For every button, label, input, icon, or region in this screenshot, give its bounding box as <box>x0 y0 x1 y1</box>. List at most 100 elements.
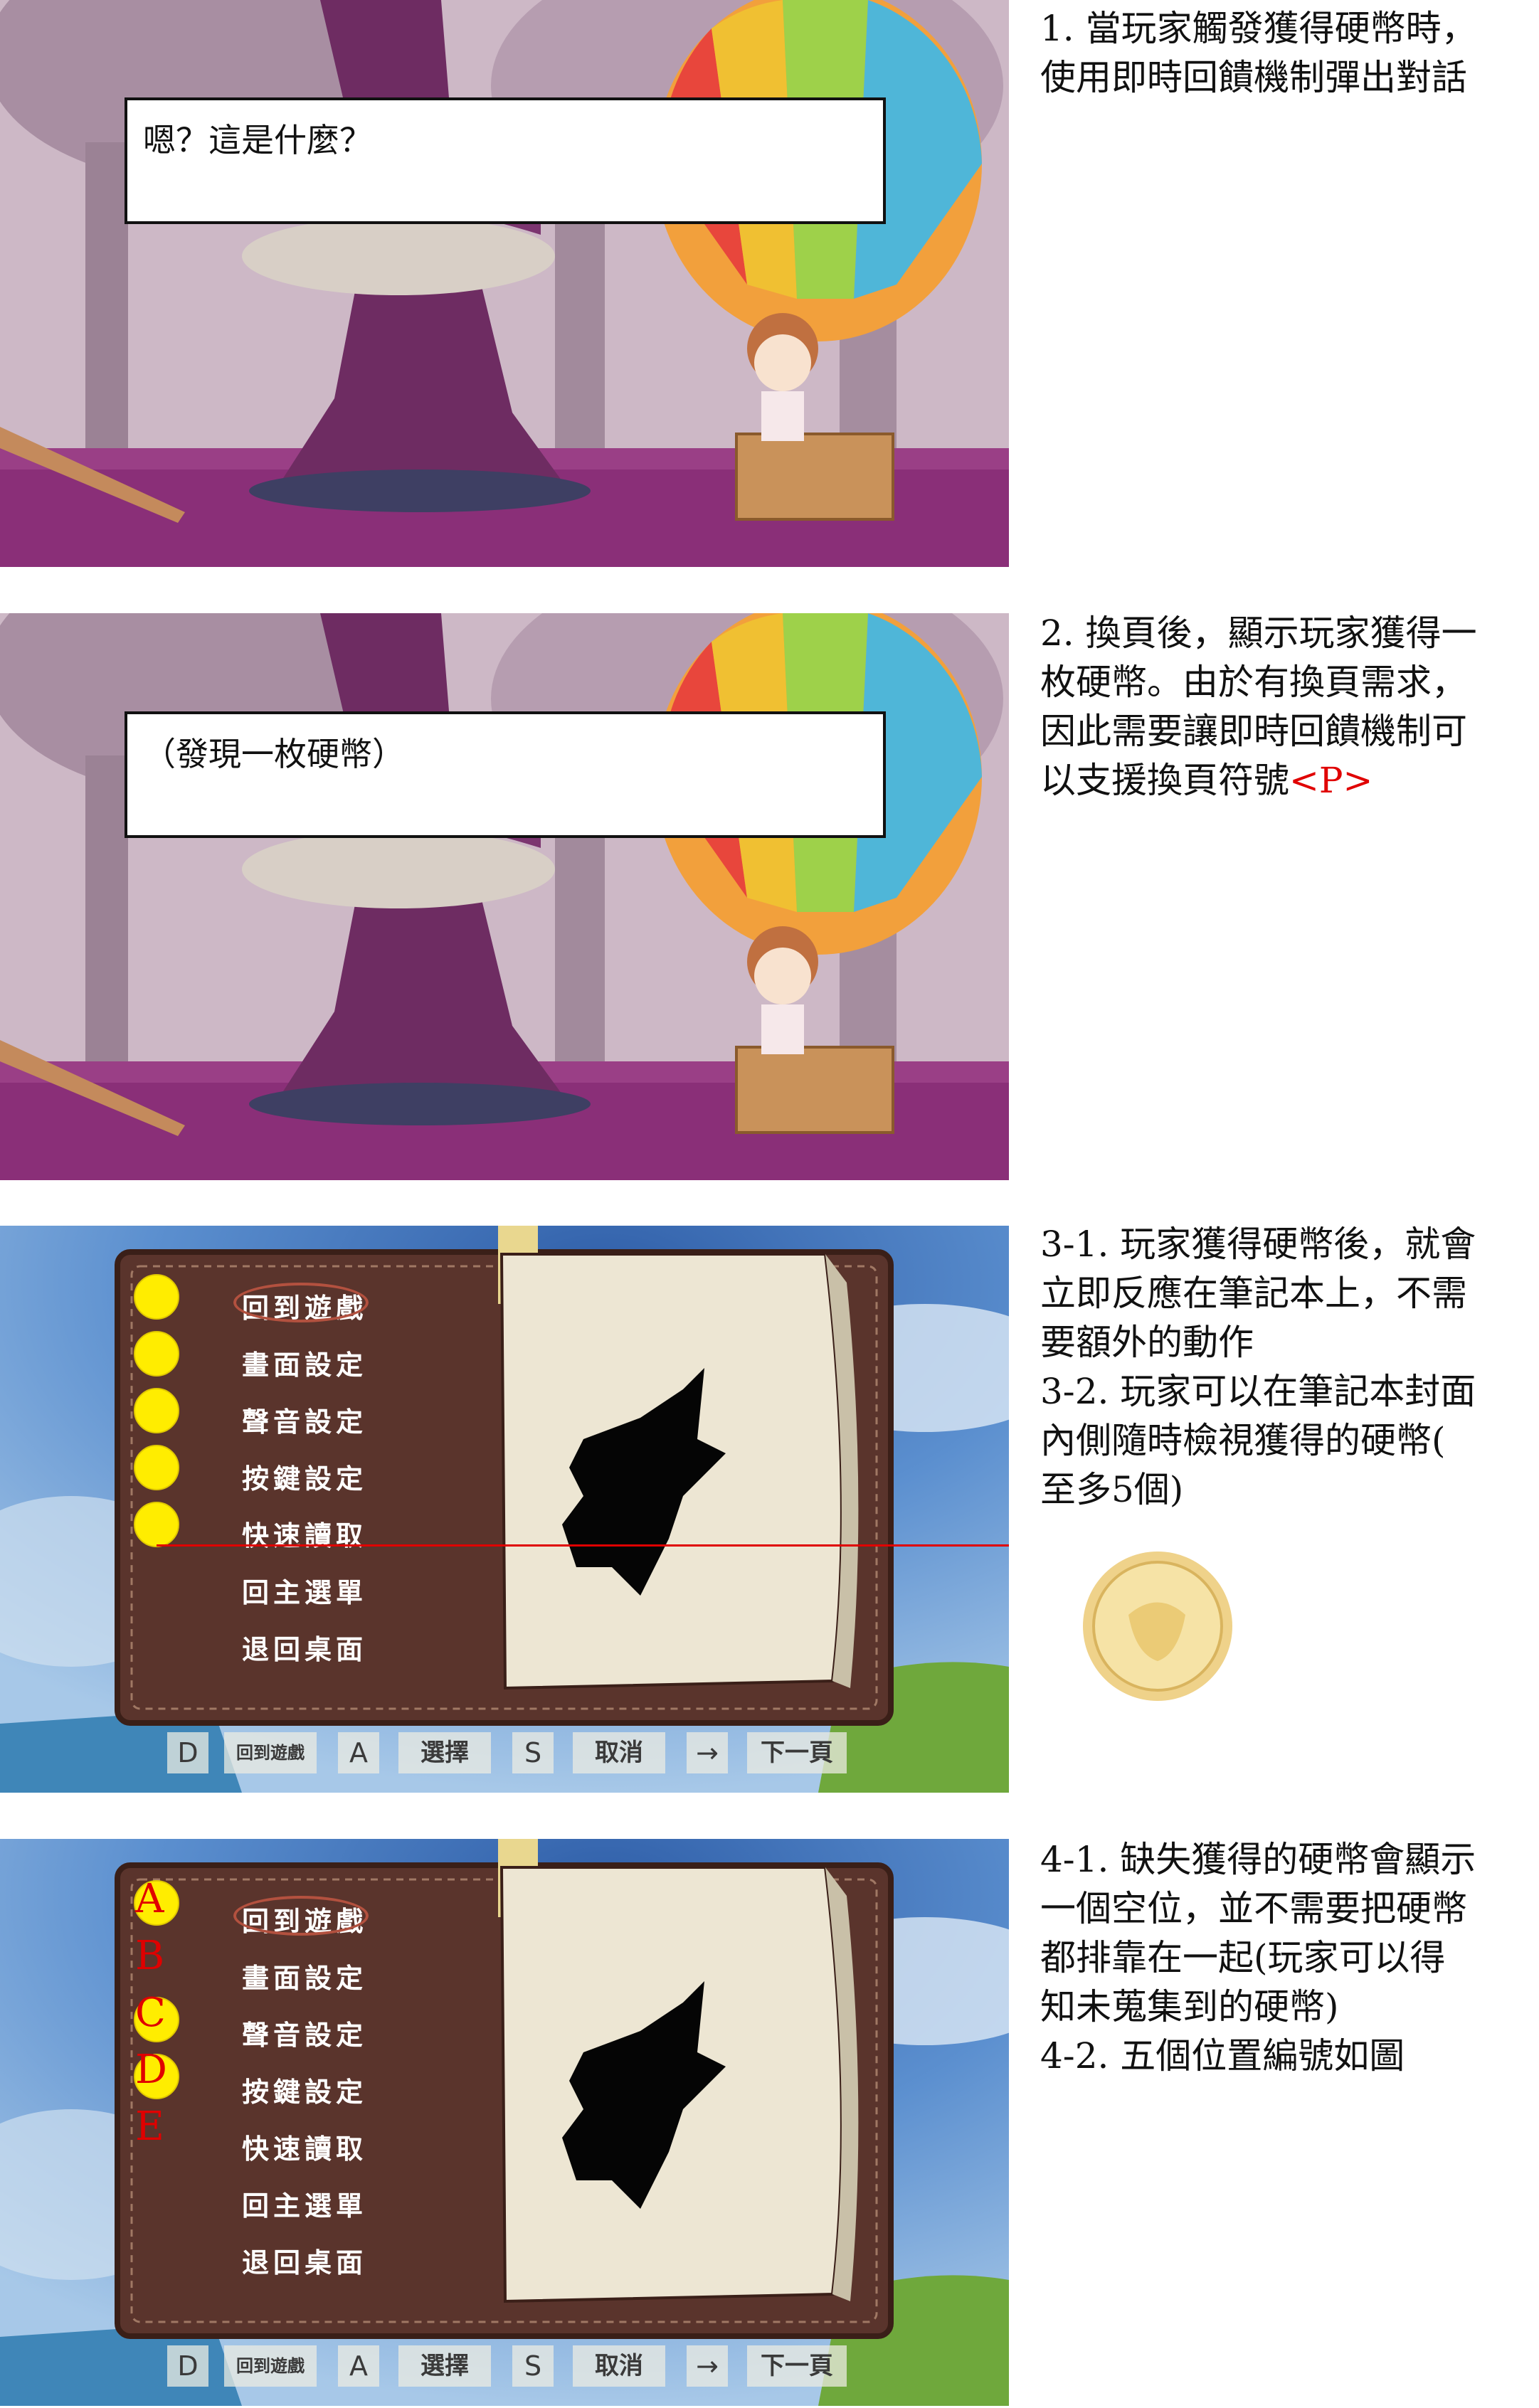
note-step-2: 2. 換頁後，顯示玩家獲得一 枚硬幣。由於有換頁需求， 因此需要讓即時回饋機制可… <box>1040 609 1531 805</box>
key-arrow-hint-text: 下一頁 <box>761 2352 833 2380</box>
page-break-tag: <P> <box>1289 760 1373 801</box>
menu-item-label: 畫面設定 <box>242 1349 368 1381</box>
key-a-hint: 選擇 <box>398 1732 491 1773</box>
dialog-text: （發現一枚硬幣） <box>143 735 405 773</box>
key-a-label: A <box>349 1737 368 1768</box>
key-s-label: S <box>524 2350 542 2382</box>
menu-item-label: 畫面設定 <box>242 1962 368 1994</box>
slot-label-b: B <box>135 1933 164 1979</box>
key-arrow-hint: 下一頁 <box>747 2345 847 2387</box>
menu-item-quick-load[interactable]: 快速讀取 <box>242 2127 367 2166</box>
note-line: 3-2. 玩家可以在筆記本封面 <box>1040 1371 1476 1412</box>
note-line: 以支援換頁符號<P> <box>1040 756 1531 805</box>
slot-label-text: A <box>135 1876 164 1922</box>
slot-label-text: C <box>135 1990 166 2036</box>
menu-item-exit-desktop[interactable]: 退回桌面 <box>242 1628 367 1667</box>
key-d: D <box>167 2345 208 2387</box>
menu-item-label: 快速讀取 <box>242 2133 368 2165</box>
note-step-1: 1. 當玩家觸發獲得硬幣時， 使用即時回饋機制彈出對話 <box>1040 4 1531 102</box>
menu-item-key-settings[interactable]: 按鍵設定 <box>242 1457 367 1496</box>
note-line: 1. 當玩家觸發獲得硬幣時， <box>1040 8 1477 49</box>
key-arrow-label: → <box>696 1737 719 1768</box>
scene-panel-2: （發現一枚硬幣） <box>0 613 1009 1180</box>
note-step-4: 4-1. 缺失獲得的硬幣會顯示 一個空位，並不需要把硬幣 都排靠在一起(玩家可以… <box>1040 1835 1531 2081</box>
note-line: 內側隨時檢視獲得的硬幣( <box>1040 1420 1446 1461</box>
slot-label-text: B <box>135 1933 165 1979</box>
key-s-hint-text: 取消 <box>595 2352 643 2380</box>
coin-slot-e <box>134 1502 179 1547</box>
menu-item-display-settings[interactable]: 畫面設定 <box>242 1343 367 1382</box>
note-line: 因此需要讓即時回饋機制可 <box>1040 711 1467 752</box>
key-a-hint-text: 選擇 <box>421 1739 469 1767</box>
menu-item-label: 回主選單 <box>242 1576 368 1608</box>
menu-item-sound-settings[interactable]: 聲音設定 <box>242 1400 367 1439</box>
key-s-hint: 取消 <box>573 1732 665 1773</box>
note-line: 使用即時回饋機制彈出對話 <box>1040 57 1467 98</box>
note-line: 2. 換頁後，顯示玩家獲得一 <box>1040 612 1477 654</box>
menu-item-main-menu[interactable]: 回主選單 <box>242 2184 367 2223</box>
key-d-hint-text: 回到遊戲 <box>236 1742 305 1763</box>
slot-label-text: E <box>135 2104 164 2150</box>
note-text: 以支援換頁符號 <box>1040 760 1289 801</box>
menu-item-label: 快速讀取 <box>242 1519 368 1552</box>
coin-icon <box>1083 1552 1232 1701</box>
note-line: 立即反應在筆記本上，不需 <box>1040 1273 1467 1314</box>
key-arrow-hint-text: 下一頁 <box>761 1739 833 1767</box>
note-line: 4-1. 缺失獲得的硬幣會顯示 <box>1040 1839 1476 1880</box>
menu-item-label: 按鍵設定 <box>242 2076 368 2108</box>
coin-slot-c <box>134 1388 179 1433</box>
note-line: 都排靠在一起(玩家可以得 <box>1040 1937 1446 1978</box>
key-a: A <box>338 1732 379 1773</box>
key-arrow-label: → <box>696 2350 719 2382</box>
key-d-hint: 回到遊戲 <box>224 1732 317 1773</box>
note-line: 知未蒐集到的硬幣) <box>1040 1986 1339 2027</box>
slot-label-c: C <box>135 1990 166 2036</box>
key-a-hint-text: 選擇 <box>421 2352 469 2380</box>
key-a-label: A <box>349 2350 368 2382</box>
key-d-label: D <box>177 1737 199 1768</box>
key-s-hint: 取消 <box>573 2345 665 2387</box>
key-d-label: D <box>177 2350 199 2382</box>
key-arrow: → <box>687 2345 728 2387</box>
key-arrow-hint: 下一頁 <box>747 1732 847 1773</box>
forest-balloon-scene <box>0 0 1009 567</box>
key-s-hint-text: 取消 <box>595 1739 643 1767</box>
coin-slot-a <box>134 1274 179 1320</box>
slot-label-e: E <box>135 2104 164 2150</box>
note-line: 一個空位，並不需要把硬幣 <box>1040 1888 1467 1929</box>
dialog-text: 嗯？這是什麼？ <box>143 121 372 159</box>
note-line: 4-2. 五個位置編號如圖 <box>1040 2035 1405 2076</box>
dialog-box: （發現一枚硬幣） <box>125 711 886 838</box>
menu-panel-4: 回到遊戲 畫面設定 聲音設定 按鍵設定 快速讀取 回主選單 退回桌面 A B C… <box>0 1839 1009 2406</box>
menu-item-label: 回主選單 <box>242 2190 368 2222</box>
menu-item-main-menu[interactable]: 回主選單 <box>242 1571 367 1610</box>
key-s: S <box>512 2345 554 2387</box>
menu-item-label: 退回桌面 <box>242 2247 368 2279</box>
key-a: A <box>338 2345 379 2387</box>
menu-panel-3: 回到遊戲 畫面設定 聲音設定 按鍵設定 快速讀取 回主選單 退回桌面 D 回到遊… <box>0 1226 1009 1793</box>
scene-panel-1: 嗯？這是什麼？ <box>0 0 1009 567</box>
menu-item-exit-desktop[interactable]: 退回桌面 <box>242 2241 367 2280</box>
forest-balloon-scene <box>0 613 1009 1180</box>
menu-item-label: 按鍵設定 <box>242 1463 368 1495</box>
note-step-3: 3-1. 玩家獲得硬幣後，就會 立即反應在筆記本上，不需 要額外的動作 3-2.… <box>1040 1220 1531 1515</box>
menu-item-sound-settings[interactable]: 聲音設定 <box>242 2013 367 2052</box>
selection-highlight <box>233 1283 369 1322</box>
menu-item-label: 聲音設定 <box>242 1406 368 1438</box>
dialog-box: 嗯？這是什麼？ <box>125 97 886 224</box>
key-s: S <box>512 1732 554 1773</box>
slot-label-d: D <box>135 2047 167 2093</box>
menu-item-label: 退回桌面 <box>242 1633 368 1665</box>
note-line: 3-1. 玩家獲得硬幣後，就會 <box>1040 1224 1476 1265</box>
menu-item-label: 聲音設定 <box>242 2019 368 2051</box>
key-arrow: → <box>687 1732 728 1773</box>
slot-label-a: A <box>135 1876 164 1922</box>
menu-item-quick-load[interactable]: 快速讀取 <box>242 1514 367 1553</box>
key-d: D <box>167 1732 208 1773</box>
key-d-hint: 回到遊戲 <box>224 2345 317 2387</box>
coin-slot-d <box>134 1445 179 1490</box>
menu-item-key-settings[interactable]: 按鍵設定 <box>242 2070 367 2109</box>
key-s-label: S <box>524 1737 542 1768</box>
menu-item-display-settings[interactable]: 畫面設定 <box>242 1956 367 1995</box>
note-line: 至多5個) <box>1040 1469 1184 1510</box>
